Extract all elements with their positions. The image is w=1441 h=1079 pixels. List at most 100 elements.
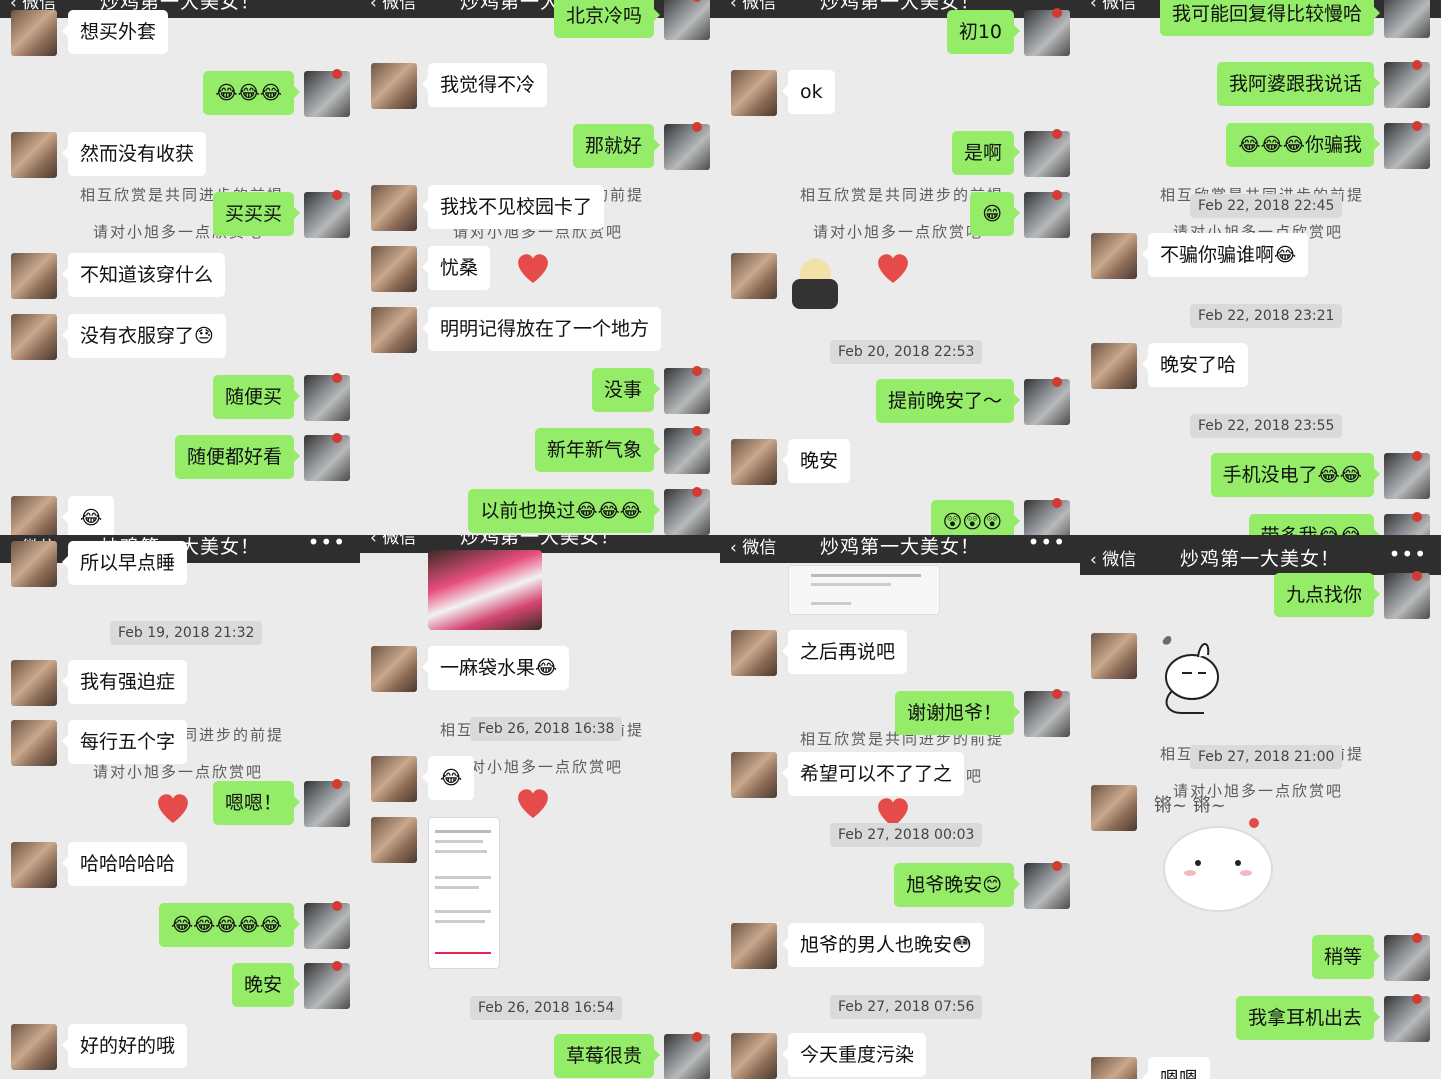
contact-avatar[interactable] bbox=[11, 720, 57, 766]
contact-avatar[interactable] bbox=[371, 817, 417, 863]
message-bubble[interactable]: 嗯嗯 bbox=[1141, 1057, 1211, 1079]
message-bubble[interactable]: 哈哈哈哈哈 bbox=[61, 842, 188, 886]
message-bubble[interactable]: 带多我😂😂 bbox=[1248, 514, 1381, 535]
my-avatar[interactable] bbox=[1024, 861, 1070, 909]
my-avatar[interactable] bbox=[1384, 0, 1430, 38]
shared-card-image[interactable] bbox=[788, 565, 940, 615]
message-bubble[interactable]: 那就好 bbox=[572, 124, 661, 168]
my-avatar[interactable] bbox=[664, 0, 710, 40]
message-bubble[interactable]: 北京冷吗 bbox=[553, 0, 661, 38]
contact-avatar[interactable] bbox=[1091, 633, 1137, 679]
my-avatar[interactable] bbox=[664, 1032, 710, 1079]
my-avatar[interactable] bbox=[1024, 190, 1070, 238]
contact-avatar[interactable] bbox=[11, 10, 57, 56]
my-avatar[interactable] bbox=[1024, 498, 1070, 535]
contact-avatar[interactable] bbox=[11, 842, 57, 888]
my-avatar[interactable] bbox=[1024, 129, 1070, 177]
message-bubble[interactable]: 嗯嗯！ bbox=[212, 781, 301, 825]
message-bubble[interactable]: 我可能回复得比较慢哈 bbox=[1159, 0, 1381, 36]
my-avatar[interactable] bbox=[664, 426, 710, 474]
my-avatar[interactable] bbox=[304, 961, 350, 1009]
cat-sticker[interactable]: 锵~ 锵~ bbox=[1148, 785, 1288, 917]
message-bubble[interactable]: 晚安了哈 bbox=[1141, 343, 1249, 387]
message-bubble[interactable]: 是啊 bbox=[951, 131, 1021, 175]
message-bubble[interactable]: 😲😲😲 bbox=[930, 500, 1021, 535]
message-bubble[interactable]: 想买外套 bbox=[61, 10, 169, 54]
my-avatar[interactable] bbox=[664, 366, 710, 414]
my-avatar[interactable] bbox=[1024, 8, 1070, 56]
message-bubble[interactable]: 草莓很贵 bbox=[553, 1034, 661, 1078]
message-bubble[interactable]: 😁 bbox=[970, 192, 1020, 236]
message-bubble[interactable]: 😂😂😂 bbox=[203, 71, 300, 115]
my-avatar[interactable] bbox=[304, 779, 350, 827]
contact-avatar[interactable] bbox=[371, 307, 417, 353]
my-avatar[interactable] bbox=[1024, 689, 1070, 737]
my-avatar[interactable] bbox=[1024, 377, 1070, 425]
message-bubble[interactable]: 随便都好看 bbox=[174, 435, 301, 479]
my-avatar[interactable] bbox=[1384, 994, 1430, 1042]
message-bubble[interactable]: 我找不见校园卡了 bbox=[421, 185, 605, 229]
message-bubble[interactable]: 不知道该穿什么 bbox=[61, 253, 226, 297]
contact-avatar[interactable] bbox=[731, 439, 777, 485]
message-bubble[interactable]: 希望可以不了了之 bbox=[781, 752, 965, 796]
message-bubble[interactable]: 随便买 bbox=[212, 375, 301, 419]
back-button[interactable]: ‹ 微信 bbox=[730, 535, 776, 558]
message-bubble[interactable]: 😂😂😂你骗我 bbox=[1226, 123, 1380, 167]
my-avatar[interactable] bbox=[304, 190, 350, 238]
message-bubble[interactable]: 😂😂😂😂😂 bbox=[158, 903, 301, 947]
my-avatar[interactable] bbox=[1384, 60, 1430, 108]
contact-avatar[interactable] bbox=[371, 756, 417, 802]
message-bubble[interactable]: 买买买 bbox=[212, 192, 301, 236]
message-bubble[interactable]: 每行五个字 bbox=[61, 720, 188, 764]
message-bubble[interactable]: 今天重度污染 bbox=[781, 1033, 927, 1077]
message-bubble[interactable]: 稍等 bbox=[1311, 935, 1381, 979]
contact-avatar[interactable] bbox=[731, 923, 777, 969]
message-bubble[interactable]: 手机没电了😂😂 bbox=[1210, 453, 1381, 497]
sticker-image[interactable] bbox=[788, 253, 843, 313]
contact-avatar[interactable] bbox=[1091, 233, 1137, 279]
message-bubble[interactable]: 没有衣服穿了😓 bbox=[62, 314, 226, 358]
contact-avatar[interactable] bbox=[11, 132, 57, 178]
message-bubble[interactable]: 晚安 bbox=[231, 963, 301, 1007]
contact-avatar[interactable] bbox=[1091, 1057, 1137, 1079]
contact-avatar[interactable] bbox=[371, 185, 417, 231]
message-bubble[interactable]: 然而没有收获 bbox=[61, 132, 207, 176]
message-bubble[interactable]: 之后再说吧 bbox=[781, 630, 908, 674]
message-bubble[interactable]: 旭爷的男人也晚安😳 bbox=[782, 923, 984, 967]
message-bubble[interactable]: 新年新气象 bbox=[534, 428, 661, 472]
message-bubble[interactable]: 我觉得不冷 bbox=[421, 63, 548, 107]
contact-avatar[interactable] bbox=[731, 253, 777, 299]
fruit-bag-photo[interactable] bbox=[428, 550, 542, 630]
my-avatar[interactable] bbox=[1384, 933, 1430, 981]
my-avatar[interactable] bbox=[304, 901, 350, 949]
message-bubble[interactable]: 😂 bbox=[421, 756, 475, 800]
message-bubble[interactable]: ok bbox=[782, 70, 835, 114]
contact-avatar[interactable] bbox=[371, 246, 417, 292]
message-bubble[interactable]: 初10 bbox=[946, 10, 1021, 54]
message-bubble[interactable]: 我阿婆跟我说话 bbox=[1216, 62, 1381, 106]
screenshot-image[interactable] bbox=[428, 817, 500, 969]
rabbit-sticker[interactable] bbox=[1148, 633, 1228, 719]
my-avatar[interactable] bbox=[1384, 512, 1430, 535]
my-avatar[interactable] bbox=[664, 122, 710, 170]
message-bubble[interactable]: 以前也换过😂😂😂 bbox=[468, 489, 660, 533]
contact-avatar[interactable] bbox=[11, 496, 57, 535]
contact-avatar[interactable] bbox=[731, 1033, 777, 1079]
my-avatar[interactable] bbox=[664, 487, 710, 535]
message-bubble[interactable]: 😂 bbox=[61, 496, 115, 535]
contact-avatar[interactable] bbox=[11, 253, 57, 299]
message-bubble[interactable]: 提前晚安了～ bbox=[875, 379, 1021, 423]
message-bubble[interactable]: 旭爷晚安😊 bbox=[894, 863, 1020, 907]
message-bubble[interactable]: 不骗你骗谁啊😂 bbox=[1141, 233, 1309, 277]
contact-avatar[interactable] bbox=[731, 752, 777, 798]
message-bubble[interactable]: 没事 bbox=[591, 368, 661, 412]
contact-avatar[interactable] bbox=[371, 646, 417, 692]
my-avatar[interactable] bbox=[1384, 571, 1430, 619]
contact-avatar[interactable] bbox=[1091, 343, 1137, 389]
message-bubble[interactable]: 一麻袋水果😂 bbox=[421, 646, 570, 690]
my-avatar[interactable] bbox=[304, 373, 350, 421]
contact-avatar[interactable] bbox=[11, 1024, 57, 1070]
my-avatar[interactable] bbox=[304, 433, 350, 481]
message-bubble[interactable]: 谢谢旭爷！ bbox=[894, 691, 1021, 735]
more-options-button[interactable]: ••• bbox=[1028, 535, 1066, 554]
